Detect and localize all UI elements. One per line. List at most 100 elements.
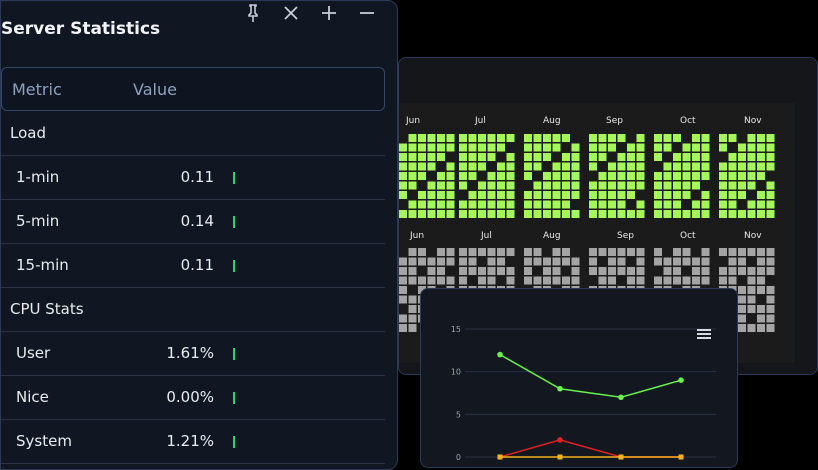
heatmap-cell [552, 162, 561, 171]
pin-icon[interactable] [243, 3, 263, 23]
data-point[interactable] [557, 437, 563, 443]
heatmap-cell [757, 134, 765, 142]
heatmap-cell [478, 276, 486, 285]
heatmap-cell [747, 153, 756, 161]
heatmap-cell [701, 172, 710, 180]
heatmap-cell [543, 143, 551, 152]
heatmap-cell [437, 191, 445, 199]
heatmap-cell [673, 248, 681, 256]
heatmap-cell [459, 181, 467, 190]
heatmap-cell [636, 200, 645, 209]
heatmap-cell [533, 200, 542, 209]
heatmap-cell [663, 267, 672, 275]
heatmap-cell [719, 248, 727, 256]
heatmap-cell [408, 305, 417, 313]
heatmap-cell [552, 181, 561, 190]
month-label: Jul [474, 116, 486, 126]
heatmap-cell [552, 172, 561, 180]
heatmap-cell [627, 162, 635, 171]
column-value[interactable]: Value [133, 80, 177, 99]
heatmap-cell [562, 248, 570, 256]
heatmap-cell [692, 172, 700, 180]
heatmap-cell [757, 324, 765, 332]
heatmap-cell [757, 314, 765, 323]
heatmap-cell [692, 276, 700, 285]
heatmap-cell [654, 172, 662, 180]
month-label: Oct [680, 231, 696, 241]
data-point[interactable] [618, 454, 624, 460]
data-point[interactable] [557, 385, 563, 392]
column-metric[interactable]: Metric [12, 80, 62, 99]
heatmap-cell [617, 257, 626, 266]
heatmap-cell [427, 143, 436, 152]
heatmap-cell [663, 200, 672, 209]
heatmap-cell [427, 210, 436, 218]
heatmap-cell [617, 248, 626, 256]
table-row: 15-min 0.11 [1, 244, 385, 288]
heatmap-cell [497, 172, 505, 180]
data-point[interactable] [497, 454, 503, 460]
heatmap-cell [719, 162, 727, 171]
section-row-load: Load [1, 112, 385, 156]
heatmap-cell [418, 248, 426, 256]
heatmap-cell [506, 276, 515, 285]
heatmap-cell [682, 153, 691, 161]
hamburger-icon[interactable] [697, 329, 711, 341]
heatmap-cell [608, 172, 616, 180]
data-point[interactable] [678, 454, 684, 460]
heatmap-cell [728, 276, 737, 285]
heatmap-cell [552, 200, 561, 209]
heatmap-cell [654, 191, 662, 199]
heatmap-cell [747, 143, 756, 152]
heatmap-cell [418, 200, 426, 209]
heatmap-cell [757, 200, 765, 209]
heatmap-cell [552, 267, 561, 275]
server-statistics-panel: Server Statistics Metric Value Load 1-mi… [0, 0, 398, 470]
heatmap-cell [608, 276, 616, 285]
heatmap-cell [663, 172, 672, 180]
heatmap-cell [673, 276, 681, 285]
data-point[interactable] [557, 454, 563, 460]
heatmap-cell [468, 200, 477, 209]
heatmap-cell [399, 324, 407, 332]
heatmap-cell [757, 172, 765, 180]
heatmap-cell [497, 191, 505, 199]
heatmap-cell [728, 153, 737, 161]
heatmap-cell [757, 153, 765, 161]
heatmap-cell [728, 248, 737, 256]
heatmap-cell [617, 181, 626, 190]
heatmap-cell [589, 248, 597, 256]
heatmap-cell [437, 248, 445, 256]
heatmap-cell [408, 276, 417, 285]
plus-icon[interactable] [319, 3, 339, 23]
heatmap-cell [654, 248, 662, 256]
heatmap-cell [418, 257, 426, 266]
heatmap-cell [437, 181, 445, 190]
data-point[interactable] [678, 377, 684, 383]
heatmap-cell [701, 162, 710, 171]
heatmap-cell [468, 143, 477, 152]
heatmap-cell [497, 134, 505, 142]
heatmap-cell [682, 143, 691, 152]
minimize-icon[interactable] [357, 3, 377, 23]
data-point[interactable] [618, 394, 624, 401]
heatmap-cell [757, 143, 765, 152]
heatmap-cell [562, 134, 570, 142]
heatmap-cell [627, 143, 635, 152]
data-point[interactable] [497, 351, 503, 358]
heatmap-cell [738, 181, 746, 190]
heatmap-cell [446, 200, 455, 209]
heatmap-cell [533, 143, 542, 152]
heatmap-cell [408, 257, 417, 266]
heatmap-cell [757, 191, 765, 199]
heatmap-cell [673, 181, 681, 190]
heatmap-cell [487, 153, 496, 161]
close-icon[interactable] [281, 3, 301, 23]
heatmap-cell [757, 267, 765, 275]
heatmap-cell [468, 257, 477, 266]
heatmap-cell [506, 267, 515, 275]
heatmap-cell [617, 267, 626, 275]
heatmap-cell [701, 210, 710, 218]
heatmap-cell [468, 267, 477, 275]
month-label: Oct [680, 116, 696, 126]
